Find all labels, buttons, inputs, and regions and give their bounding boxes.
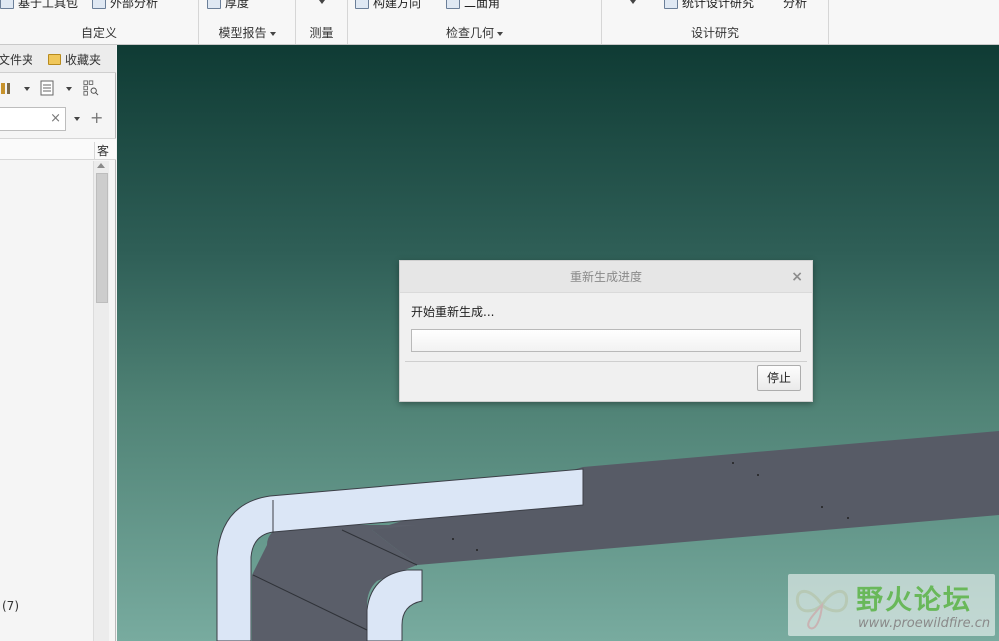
settings-grid-icon[interactable] <box>83 80 99 96</box>
chevron-down-icon <box>319 0 325 4</box>
favorites-folder-icon <box>48 54 61 65</box>
analysis-button[interactable]: 分析 <box>783 0 807 11</box>
dihedral-angle-icon <box>446 0 460 9</box>
tab-folder-browser[interactable]: 文件夹 <box>0 51 32 68</box>
close-icon[interactable]: × <box>791 269 803 285</box>
tree-scrollbar[interactable] <box>93 161 109 641</box>
clear-search-icon[interactable]: × <box>50 111 61 126</box>
panel-tabs: 文件夹 收藏夹 <box>0 45 116 73</box>
measure-dropdown[interactable] <box>316 0 325 4</box>
dialog-message: 开始重新生成... <box>411 305 495 319</box>
model-tree-panel: 文件夹 收藏夹 × + 客 (7) <box>0 45 116 641</box>
chevron-down-icon <box>269 31 276 36</box>
tools-icon[interactable] <box>0 80 16 96</box>
watermark-url: www.proewildfire.cn <box>858 616 991 631</box>
ribbon-group-inspect-geometry: 构建方向 二面角 检查几何 <box>348 0 602 44</box>
ribbon: 基于工具包 外部分析 自定义 厚度 模型报告 测量 构建方向 二面角 检查几何 <box>0 0 999 45</box>
search-dropdown-icon[interactable] <box>74 117 80 121</box>
progress-bar <box>411 329 801 352</box>
group-title-model-report[interactable]: 模型报告 <box>199 24 295 41</box>
build-direction-icon <box>355 0 369 9</box>
ribbon-group-model-report: 厚度 模型报告 <box>199 0 296 44</box>
dialog-divider <box>405 361 807 362</box>
group-title-inspect-geometry[interactable]: 检查几何 <box>348 24 601 41</box>
build-direction-button[interactable]: 构建方向 <box>355 0 421 11</box>
watermark-title: 野火论坛 <box>856 585 972 616</box>
chevron-down-icon <box>497 31 503 36</box>
group-title-design-study: 设计研究 <box>690 26 739 40</box>
group-title-custom: 自定义 <box>80 26 117 40</box>
tree-column-header: 客 <box>0 138 116 160</box>
thickness-icon <box>207 0 221 9</box>
show-list-icon[interactable] <box>39 80 55 96</box>
ribbon-group-design-study: 统计设计研究 分析 设计研究 <box>602 0 829 44</box>
tab-favorites[interactable]: 收藏夹 <box>48 51 110 68</box>
ribbon-group-measure: 测量 <box>296 0 348 44</box>
ribbon-group-custom: 基于工具包 外部分析 自定义 <box>0 0 199 44</box>
dihedral-angle-button[interactable]: 二面角 <box>446 0 500 11</box>
scroll-thumb[interactable] <box>96 173 108 303</box>
tree-item-count: (7) <box>2 599 19 613</box>
scroll-up-icon[interactable] <box>97 163 105 168</box>
design-study-dropdown[interactable] <box>627 0 636 4</box>
regeneration-progress-dialog: 重新生成进度 × 开始重新生成... <box>399 260 813 402</box>
chevron-down-icon <box>630 0 636 4</box>
external-analysis-icon <box>92 0 106 9</box>
external-analysis-button[interactable]: 外部分析 <box>92 0 158 11</box>
toolkit-button[interactable]: 基于工具包 <box>0 0 78 11</box>
toolkit-icon <box>0 0 14 9</box>
search-input[interactable]: × <box>0 107 66 131</box>
column-header-label[interactable]: 客 <box>94 142 109 160</box>
dialog-title: 重新生成进度 <box>400 261 812 293</box>
thickness-button[interactable]: 厚度 <box>207 0 249 11</box>
statistical-design-study-button[interactable]: 统计设计研究 <box>664 0 754 11</box>
panel-toolbar <box>0 74 116 104</box>
stop-button[interactable]: 停止 <box>757 365 801 391</box>
statistical-study-icon <box>664 0 678 9</box>
tools-dropdown-icon[interactable] <box>24 87 30 91</box>
forum-watermark: 野火论坛 www.proewildfire.cn <box>788 574 995 636</box>
group-title-measure: 测量 <box>309 26 334 40</box>
butterfly-logo-icon <box>795 589 849 630</box>
add-icon[interactable]: + <box>90 108 103 127</box>
show-dropdown-icon[interactable] <box>66 87 72 91</box>
